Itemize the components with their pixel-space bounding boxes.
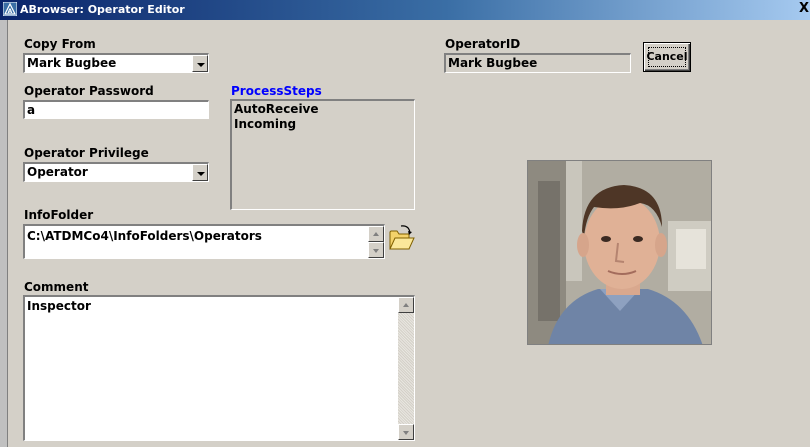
title-bar[interactable]: A ABrowser: Operator Editor X [0, 0, 810, 20]
browse-folder-button[interactable] [387, 224, 415, 254]
abrowser-logo-icon: A [3, 2, 17, 16]
info-folder-input[interactable]: C:\ATDMCo4\InfoFolders\Operators [23, 224, 385, 259]
operator-password-input[interactable]: a [23, 100, 209, 119]
cancel-button[interactable]: Cancel [643, 42, 691, 72]
scroll-down-icon[interactable] [368, 242, 384, 258]
open-folder-icon [389, 225, 415, 250]
copy-from-dropdown[interactable]: Mark Bugbee [23, 53, 209, 73]
window-left-edge [0, 20, 8, 447]
comment-textarea[interactable]: Inspector [23, 295, 415, 441]
info-folder-label: InfoFolder [24, 208, 94, 222]
operator-id-value: Mark Bugbee [448, 56, 538, 70]
operator-password-label: Operator Password [24, 84, 154, 98]
scroll-down-icon[interactable] [398, 424, 414, 440]
operator-photo [527, 160, 712, 345]
process-steps-label: ProcessSteps [231, 84, 322, 98]
copy-from-value: Mark Bugbee [27, 56, 117, 70]
operator-id-field: Mark Bugbee [444, 53, 631, 73]
comment-label: Comment [24, 280, 89, 294]
close-icon[interactable]: X [798, 1, 810, 17]
operator-privilege-label: Operator Privilege [24, 146, 149, 160]
process-steps-list[interactable]: AutoReceive Incoming [230, 99, 415, 210]
list-item[interactable]: Incoming [234, 117, 296, 131]
comment-scrollbar[interactable] [398, 297, 414, 440]
info-folder-value: C:\ATDMCo4\InfoFolders\Operators [27, 229, 262, 243]
operator-id-label: OperatorID [445, 37, 521, 51]
chevron-down-icon[interactable] [192, 55, 208, 72]
operator-privilege-dropdown[interactable]: Operator [23, 162, 209, 182]
operator-photo-image [528, 161, 711, 344]
list-item[interactable]: AutoReceive [234, 102, 319, 116]
comment-value: Inspector [27, 299, 91, 313]
copy-from-label: Copy From [24, 37, 96, 51]
scroll-up-icon[interactable] [368, 226, 384, 242]
cancel-button-label: Cancel [646, 50, 688, 63]
info-folder-scrollbar[interactable] [368, 226, 384, 258]
operator-password-value: a [27, 103, 36, 117]
window-title: ABrowser: Operator Editor [20, 3, 185, 16]
operator-privilege-value: Operator [27, 165, 88, 179]
svg-text:A: A [8, 8, 13, 15]
chevron-down-icon[interactable] [192, 164, 208, 181]
scroll-up-icon[interactable] [398, 297, 414, 313]
